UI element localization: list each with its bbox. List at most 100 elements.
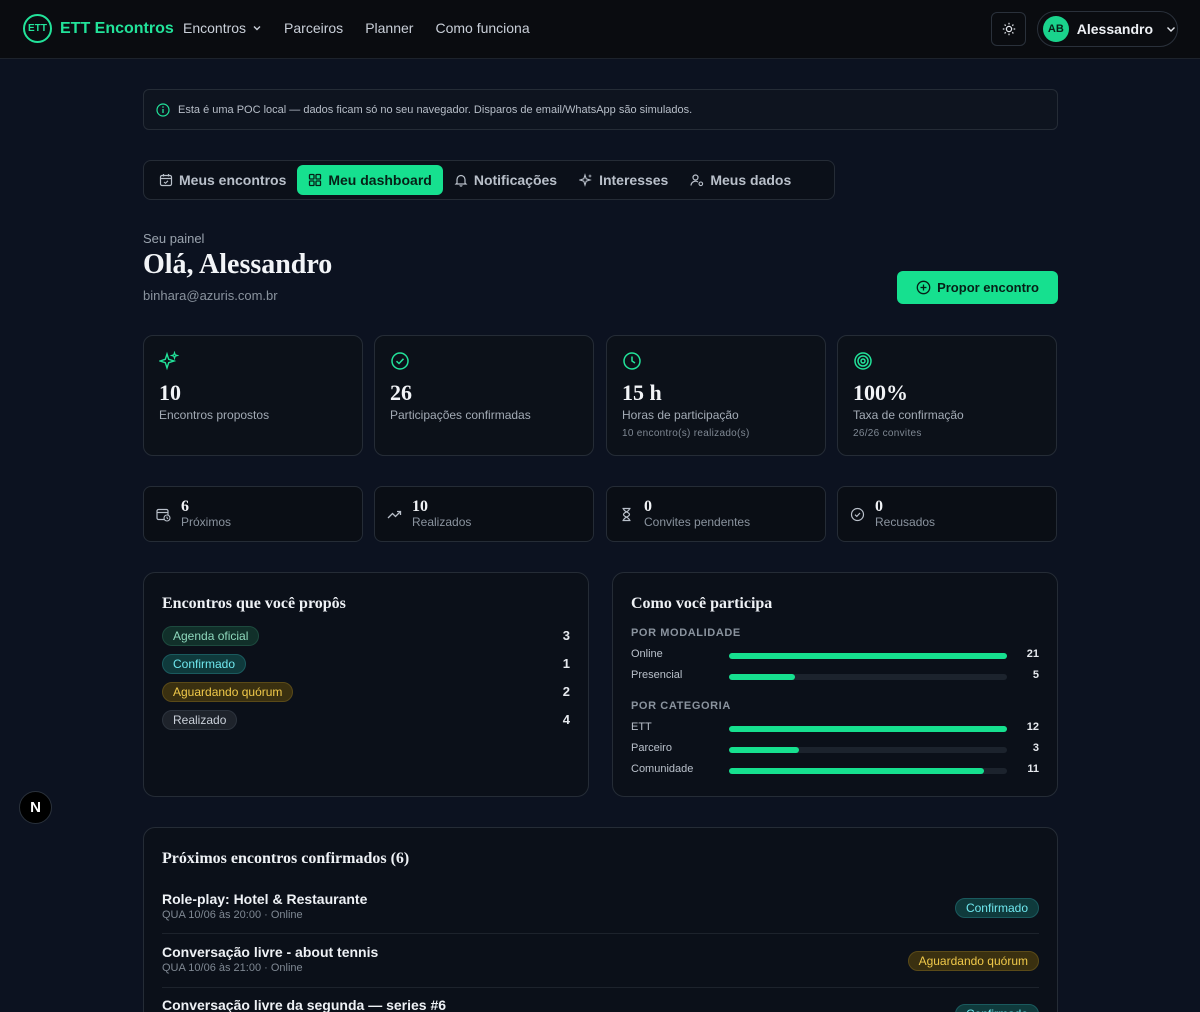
list-item[interactable]: Conversação livre da segunda — series #6… <box>162 997 1039 1012</box>
brand-link[interactable]: ETT ETT Encontros <box>23 14 174 43</box>
status-row-confirmado: Confirmado 1 <box>162 654 570 674</box>
meeting-title: Conversação livre da segunda — series #6 <box>162 997 447 1012</box>
bar-value: 21 <box>1026 648 1039 660</box>
divider <box>162 987 1039 988</box>
bar-label: Parceiro <box>631 742 672 754</box>
stat-label: Taxa de confirmação <box>853 408 964 422</box>
mini-stat-label: Convites pendentes <box>644 515 751 529</box>
tab-meus-encontros[interactable]: Meus encontros <box>148 165 297 195</box>
status-count: 2 <box>562 684 570 699</box>
stat-value: 100% <box>853 380 908 405</box>
sparkles-icon <box>159 351 347 371</box>
status-badge: Agenda oficial <box>162 626 260 646</box>
proposed-meetings-panel: Encontros que você propôs Agenda oficial… <box>143 572 589 797</box>
status-badge: Aguardando quórum <box>907 951 1039 971</box>
mini-stat-label: Realizados <box>412 515 472 529</box>
meeting-meta: QUA 10/06 às 20:00 · Online <box>162 909 303 921</box>
user-menu-button[interactable]: AB Alessandro <box>1037 11 1178 47</box>
stat-card-proposed: 10 Encontros propostos <box>143 335 363 456</box>
status-row-realizado: Realizado 4 <box>162 710 570 730</box>
tab-notificacoes[interactable]: Notificações <box>443 165 568 195</box>
bar-label: Presencial <box>631 669 683 681</box>
stat-card-rate: 100% Taxa de confirmação 26/26 convites <box>837 335 1057 456</box>
check-circle-icon <box>850 507 865 522</box>
user-email: binhara@azuris.com.br <box>143 288 278 303</box>
status-count: 1 <box>562 656 570 671</box>
bar-track <box>729 768 1007 774</box>
status-badge: Realizado <box>162 710 238 730</box>
clock-icon <box>622 351 810 371</box>
bell-icon <box>454 173 468 187</box>
nav-item-label: Encontros <box>183 20 247 36</box>
page-title: Olá, Alessandro <box>143 249 333 280</box>
bar-fill <box>729 768 984 774</box>
mini-stat-value: 0 <box>875 498 883 515</box>
propose-button-label: Propor encontro <box>937 280 1039 295</box>
stat-label: Participações confirmadas <box>390 408 531 422</box>
tab-label: Notificações <box>473 172 558 188</box>
list-item[interactable]: Role-play: Hotel & Restaurante QUA 10/06… <box>162 891 1039 921</box>
mini-stat-label: Próximos <box>181 515 232 529</box>
dev-tools-badge[interactable]: N <box>19 791 52 824</box>
sun-icon <box>1002 22 1016 36</box>
bar-track <box>729 674 1007 680</box>
stat-sub: 10 encontro(s) realizado(s) <box>622 428 750 439</box>
status-row-aguardando-quorum: Aguardando quórum 2 <box>162 682 570 702</box>
mini-stat-label: Recusados <box>875 515 936 529</box>
status-count: 4 <box>562 712 570 727</box>
nav-item-parceiros[interactable]: Parceiros <box>284 20 343 36</box>
status-badge: Confirmado <box>954 1004 1039 1012</box>
panel-title: Como você participa <box>631 595 773 612</box>
mini-card-pending: 0 Convites pendentes <box>606 486 826 542</box>
stat-value: 15 h <box>622 380 662 405</box>
section-label: POR CATEGORIA <box>631 700 731 712</box>
tab-label: Meus encontros <box>179 172 287 188</box>
hourglass-icon <box>619 507 634 522</box>
plus-circle-icon <box>916 280 931 295</box>
status-badge: Aguardando quórum <box>162 682 294 702</box>
list-item[interactable]: Conversação livre - about tennis QUA 10/… <box>162 944 1039 974</box>
chevron-down-icon <box>1165 23 1177 35</box>
tab-label: Interesses <box>599 172 669 188</box>
mini-card-completed: 10 Realizados <box>374 486 594 542</box>
info-icon <box>156 102 170 117</box>
bar-value: 11 <box>1027 763 1039 775</box>
bar-value: 3 <box>1032 742 1039 754</box>
tab-meu-dashboard[interactable]: Meu dashboard <box>297 165 443 195</box>
panel-title: Próximos encontros confirmados (6) <box>162 850 410 867</box>
bar-label: ETT <box>631 721 652 733</box>
bar-label: Comunidade <box>631 763 694 775</box>
tab-meus-dados[interactable]: Meus dados <box>679 165 802 195</box>
target-icon <box>853 351 1041 371</box>
section-label: POR MODALIDADE <box>631 627 741 639</box>
top-navbar: ETT ETT Encontros Encontros Parceiros Pl… <box>0 0 1200 59</box>
bar-row-online: Online 21 <box>631 648 1039 664</box>
stat-card-confirmed: 26 Participações confirmadas <box>374 335 594 456</box>
nav-item-encontros[interactable]: Encontros <box>183 20 262 36</box>
bar-fill <box>729 726 1007 732</box>
chevron-down-icon <box>252 23 262 33</box>
divider <box>162 933 1039 934</box>
bar-label: Online <box>631 648 663 660</box>
status-badge: Confirmado <box>954 898 1039 918</box>
nav-item-planner[interactable]: Planner <box>365 20 413 36</box>
calendar-icon <box>159 173 173 187</box>
stat-label: Horas de participação <box>622 408 739 422</box>
bar-track <box>729 726 1007 732</box>
trending-up-icon <box>387 507 402 522</box>
mini-card-declined: 0 Recusados <box>837 486 1057 542</box>
bar-fill <box>729 747 799 753</box>
poc-notice: Esta é uma POC local — dados ficam só no… <box>143 89 1058 130</box>
avatar: AB <box>1043 16 1069 42</box>
mini-stat-value: 6 <box>181 498 189 515</box>
nav-item-como-funciona[interactable]: Como funciona <box>435 20 529 36</box>
brand-name: ETT Encontros <box>60 19 174 37</box>
mini-stat-value: 10 <box>412 498 428 515</box>
stat-card-hours: 15 h Horas de participação 10 encontro(s… <box>606 335 826 456</box>
tab-label: Meu dashboard <box>328 172 432 188</box>
theme-toggle-button[interactable] <box>991 12 1026 46</box>
propose-meeting-button[interactable]: Propor encontro <box>897 271 1058 304</box>
tab-interesses[interactable]: Interesses <box>568 165 679 195</box>
page-subtitle: Seu painel <box>143 231 205 246</box>
user-name: Alessandro <box>1076 21 1153 37</box>
